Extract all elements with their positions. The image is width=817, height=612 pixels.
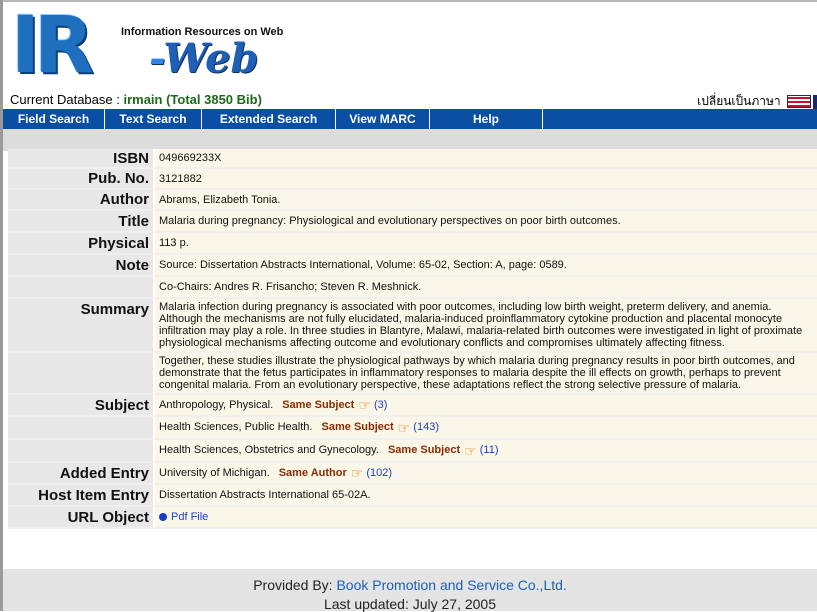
record-row-subject-2: Health Sciences, Public Health. Same Sub… [8, 417, 817, 440]
value-note-2: Co-Chairs: Andres R. Frisancho; Steven R… [155, 277, 817, 299]
record-row-note-2: Co-Chairs: Andres R. Frisancho; Steven R… [8, 277, 817, 299]
logo-web-text: -Web [149, 36, 259, 82]
pointing-hand-icon[interactable]: ☞ [358, 398, 371, 412]
current-database: Current Database : irmain (Total 3850 Bi… [10, 92, 262, 107]
label-title: Title [8, 211, 155, 233]
record-row-title: Title Malaria during pregnancy: Physiolo… [8, 211, 817, 233]
label-subject: Subject [8, 395, 155, 417]
author-count-link[interactable]: (102) [366, 467, 392, 479]
same-author-link[interactable]: Same Author [279, 467, 347, 479]
same-subject-link[interactable]: Same Subject [282, 399, 354, 411]
record-row-physical: Physical 113 p. [8, 233, 817, 255]
subject-count-link[interactable]: (11) [480, 444, 499, 456]
label-isbn: ISBN [8, 149, 155, 169]
value-subject-1: Anthropology, Physical. Same Subject ☞ (3… [155, 395, 817, 417]
subject-text: Health Sciences, Public Health. [159, 421, 313, 434]
nav-extended-search[interactable]: Extended Search [202, 109, 336, 129]
current-db-label: Current Database : [10, 92, 120, 107]
record-row-subject-3: Health Sciences, Obstetrics and Gynecolo… [8, 440, 817, 463]
logo-dash: - [149, 35, 164, 82]
value-title: Malaria during pregnancy: Physiological … [155, 211, 817, 233]
uk-flag-icon[interactable] [787, 95, 811, 109]
subject-text: Health Sciences, Obstetrics and Gynecolo… [159, 444, 379, 457]
provided-by-label: Provided By: [253, 577, 333, 593]
page-footer: Provided By: Book Promotion and Service … [3, 569, 817, 612]
logo-web-word: Web [163, 35, 259, 82]
value-isbn: 049669233X [155, 149, 817, 169]
label-pubno: Pub. No. [8, 169, 155, 190]
label-empty [8, 277, 155, 299]
label-author: Author [8, 190, 155, 211]
label-empty [8, 440, 155, 463]
subject-text: Anthropology, Physical. [159, 398, 274, 411]
same-subject-link[interactable]: Same Subject [322, 421, 394, 433]
label-empty [8, 353, 155, 395]
value-subject-3: Health Sciences, Obstetrics and Gynecolo… [155, 440, 817, 463]
language-switch-label[interactable]: เปลี่ยนเป็นภาษา [697, 94, 781, 108]
subject-count-link[interactable]: (3) [374, 399, 387, 411]
pointing-hand-icon[interactable]: ☞ [464, 444, 477, 458]
irweb-logo: IR Information Resources on Web -Web [11, 6, 291, 86]
value-host-item-entry: Dissertation Abstracts International 65-… [155, 485, 817, 507]
record-row-subject-1: Subject Anthropology, Physical. Same Sub… [8, 395, 817, 417]
pointing-hand-icon[interactable]: ☞ [398, 421, 411, 435]
record-row-author: Author Abrams, Elizabeth Tonia. [8, 190, 817, 211]
added-entry-text: University of Michigan. [159, 466, 270, 479]
record-row-note-1: Note Source: Dissertation Abstracts Inte… [8, 255, 817, 277]
record-row-added-entry: Added Entry University of Michigan. Same… [8, 463, 817, 485]
value-pubno: 3121882 [155, 169, 817, 190]
provider-link[interactable]: Book Promotion and Service Co.,Ltd. [336, 577, 566, 593]
nav-view-marc[interactable]: View MARC [336, 109, 430, 129]
value-author: Abrams, Elizabeth Tonia. [155, 190, 817, 211]
logo-ir-text: IR [11, 1, 94, 91]
value-subject-2: Health Sciences, Public Health. Same Sub… [155, 417, 817, 440]
flag-edge-icon [813, 94, 817, 109]
label-empty [8, 417, 155, 440]
value-note-1: Source: Dissertation Abstracts Internati… [155, 255, 817, 277]
current-db-name: irmain (Total 3850 Bib) [123, 92, 262, 107]
bibliographic-record: ISBN 049669233X Pub. No. 3121882 Author … [8, 149, 817, 529]
record-row-isbn: ISBN 049669233X [8, 149, 817, 169]
pointing-hand-icon[interactable]: ☞ [351, 466, 364, 480]
bullet-icon [159, 513, 167, 522]
nav-help[interactable]: Help [430, 109, 543, 129]
value-physical: 113 p. [155, 233, 817, 255]
label-added-entry: Added Entry [8, 463, 155, 485]
label-physical: Physical [8, 233, 155, 255]
same-subject-link[interactable]: Same Subject [388, 444, 460, 456]
last-updated: Last updated: July 27, 2005 [323, 596, 497, 612]
subject-count-link[interactable]: (143) [413, 421, 439, 433]
value-summary-1: Malaria infection during pregnancy is as… [155, 299, 817, 353]
record-row-summary-1: Summary Malaria infection during pregnan… [8, 299, 817, 353]
pdf-file-link[interactable]: Pdf File [171, 511, 208, 523]
nav-filler [543, 109, 817, 129]
record-row-pubno: Pub. No. 3121882 [8, 169, 817, 190]
nav-text-search[interactable]: Text Search [105, 109, 202, 129]
page-header: IR Information Resources on Web -Web Cur… [3, 2, 817, 109]
record-row-url-object: URL Object Pdf File [8, 507, 817, 529]
nav-separator-strip [3, 129, 817, 151]
label-summary: Summary [8, 299, 155, 353]
label-host-item-entry: Host Item Entry [8, 485, 155, 507]
record-row-host-item: Host Item Entry Dissertation Abstracts I… [8, 485, 817, 507]
main-nav: Field Search Text Search Extended Search… [3, 109, 817, 129]
record-row-summary-2: Together, these studies illustrate the p… [8, 353, 817, 395]
label-note: Note [8, 255, 155, 277]
value-summary-2: Together, these studies illustrate the p… [155, 353, 817, 395]
provided-by: Provided By: Book Promotion and Service … [3, 577, 817, 593]
value-url-object: Pdf File [155, 507, 817, 529]
value-added-entry: University of Michigan. Same Author ☞ (10… [155, 463, 817, 485]
nav-field-search[interactable]: Field Search [3, 109, 105, 129]
label-url-object: URL Object [8, 507, 155, 529]
